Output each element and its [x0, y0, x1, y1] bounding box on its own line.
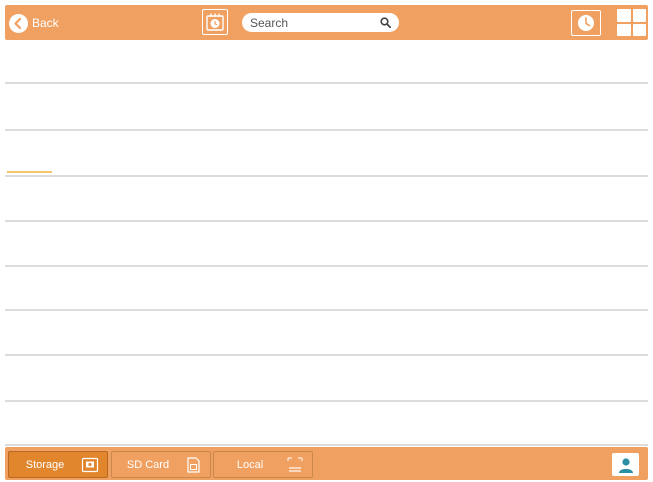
file-list: [5, 40, 648, 446]
sd-card-icon: [187, 456, 200, 473]
storage-icon: [81, 457, 99, 472]
list-item[interactable]: [5, 131, 648, 177]
top-toolbar: Back: [5, 5, 648, 40]
grid-view-icon: [632, 23, 646, 36]
search-box: [242, 13, 399, 32]
tab-label: Local: [236, 458, 264, 471]
list-item[interactable]: [5, 177, 648, 222]
bottom-toolbar: Storage SD Card Local: [5, 447, 648, 480]
list-item[interactable]: [5, 84, 648, 131]
grid-view-icon: [617, 9, 631, 22]
progress-bar: [7, 171, 52, 173]
local-device-icon: [287, 457, 303, 472]
back-arrow-icon: [9, 13, 28, 33]
clock-icon: [578, 15, 594, 31]
grid-view-button[interactable]: [617, 9, 646, 36]
account-button[interactable]: [612, 453, 639, 476]
grid-view-icon: [632, 9, 646, 22]
grid-view-icon: [617, 23, 631, 36]
user-account-icon: [618, 457, 633, 473]
list-item[interactable]: [5, 40, 648, 84]
history-button[interactable]: [571, 10, 601, 36]
back-button[interactable]: Back: [9, 12, 59, 34]
tab-sd-card[interactable]: SD Card: [111, 451, 211, 478]
list-item[interactable]: [5, 311, 648, 356]
back-label: Back: [32, 16, 59, 30]
search-icon[interactable]: [380, 17, 391, 28]
tab-label: SD Card: [126, 458, 170, 471]
calendar-clock-icon: [206, 13, 224, 31]
schedule-button[interactable]: [202, 9, 228, 35]
tab-label: Storage: [25, 458, 65, 471]
list-item[interactable]: [5, 356, 648, 402]
tab-local[interactable]: Local: [213, 451, 313, 478]
list-item[interactable]: [5, 402, 648, 446]
tab-storage[interactable]: Storage: [8, 451, 108, 478]
search-input[interactable]: [250, 13, 370, 32]
list-item[interactable]: [5, 267, 648, 311]
list-item[interactable]: [5, 222, 648, 267]
